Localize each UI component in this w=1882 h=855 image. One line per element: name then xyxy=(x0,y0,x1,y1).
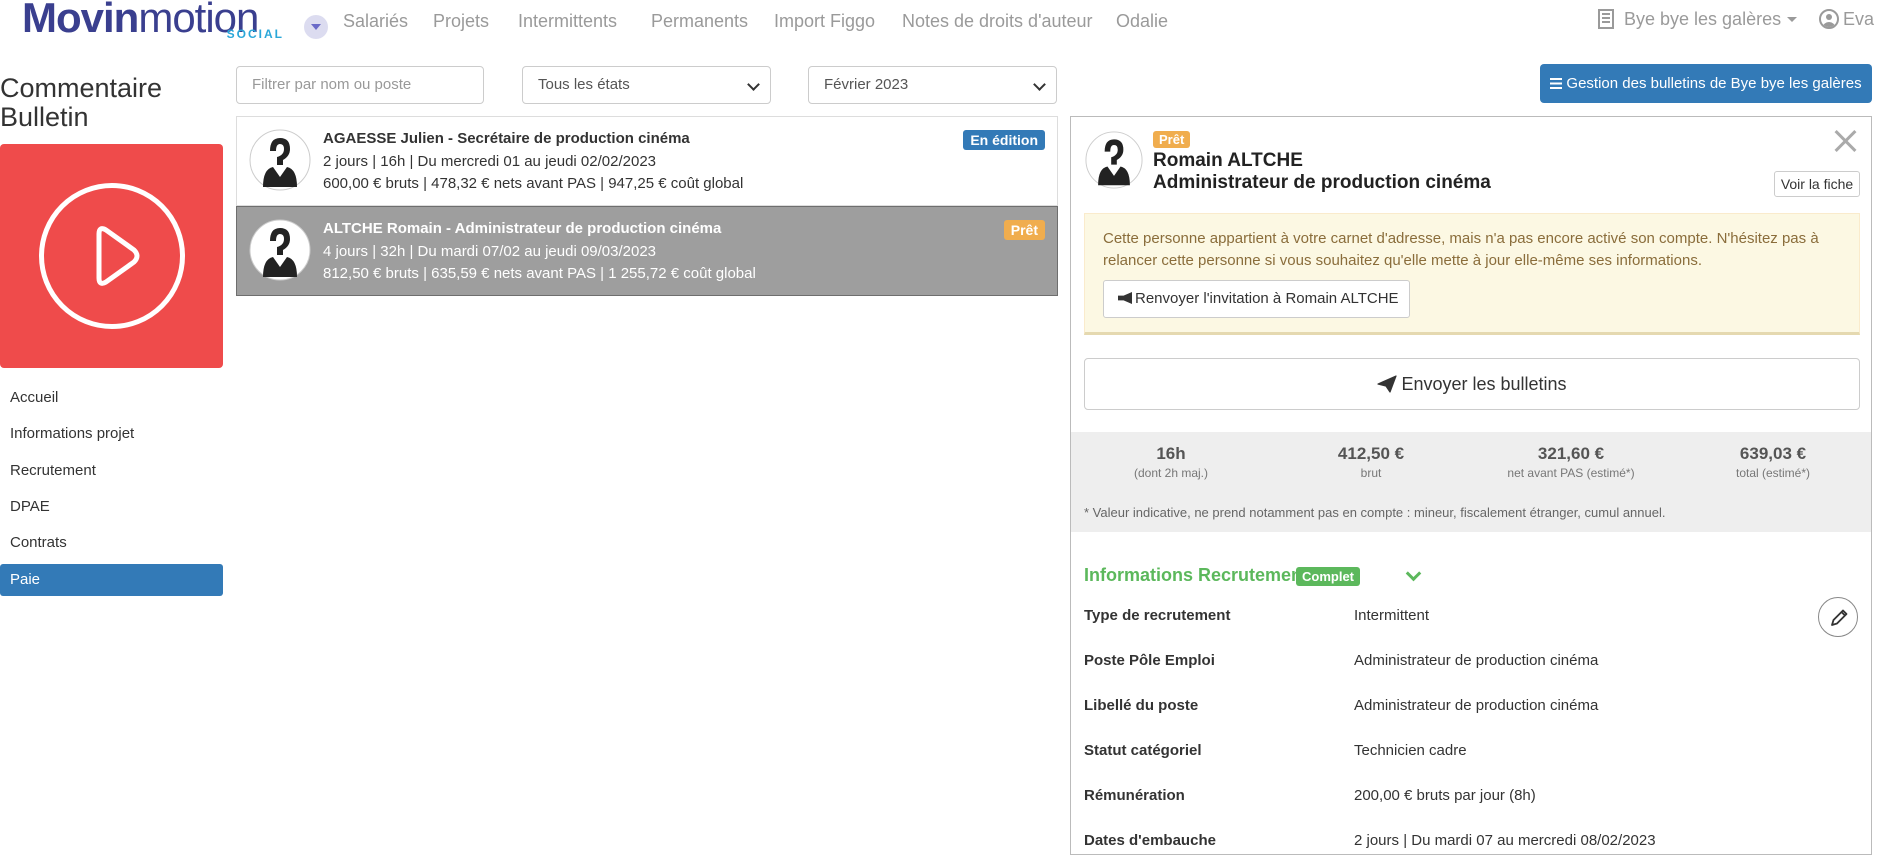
nav-item-notes-droits-auteur[interactable]: Notes de droits d'auteur xyxy=(902,11,1093,32)
employee-post: Administrateur de production cinéma xyxy=(1153,172,1491,193)
manage-payslips-button[interactable]: Gestion des bulletins de Bye bye les gal… xyxy=(1540,64,1872,103)
bullhorn-icon xyxy=(1118,292,1132,304)
nav-item-salaries[interactable]: Salariés xyxy=(343,11,408,32)
info-label: Poste Pôle Emploi xyxy=(1084,652,1215,669)
stat-total: 639,03 € total (estimé*) xyxy=(1735,444,1811,480)
stats-footnote: * Valeur indicative, ne prend notamment … xyxy=(1084,505,1666,520)
info-value: Administrateur de production cinéma xyxy=(1354,652,1599,669)
employee-name: Romain ALTCHE xyxy=(1153,150,1303,171)
video-tutorial-thumbnail[interactable] xyxy=(0,144,223,368)
avatar-placeholder-icon xyxy=(1085,131,1143,189)
movinmotion-logo[interactable]: Movinmotion SOCIAL xyxy=(22,0,284,44)
send-payslips-button[interactable]: Envoyer les bulletins xyxy=(1084,358,1860,410)
user-circle-icon xyxy=(1819,9,1839,29)
info-label: Rémunération xyxy=(1084,787,1185,804)
account-inactive-alert: Cette personne appartient à votre carnet… xyxy=(1084,213,1860,335)
view-profile-button[interactable]: Voir la fiche xyxy=(1774,171,1860,197)
resend-invitation-button[interactable]: Renvoyer l'invitation à Romain ALTCHE xyxy=(1103,280,1410,318)
sidebar-item-accueil[interactable]: Accueil xyxy=(0,382,223,414)
info-label: Libellé du poste xyxy=(1084,697,1199,714)
caret-down-icon xyxy=(1787,17,1798,22)
payslip-summary: 16h (dont 2h maj.) 412,50 € brut 321,60 € n… xyxy=(1071,432,1871,532)
sidebar-item-paie[interactable]: Paie xyxy=(0,564,223,596)
month-select[interactable]: Février 2023 xyxy=(808,66,1057,104)
stat-net: 321,60 € net avant PAS (estimé*) xyxy=(1507,444,1635,480)
pencil-icon xyxy=(1831,609,1848,626)
info-value: 2 jours | Du mardi 07 au mercredi 08/02/… xyxy=(1354,832,1656,849)
nav-dropdown-toggle[interactable] xyxy=(304,15,328,39)
status-badge: Prêt xyxy=(1153,131,1191,148)
stat-hours: 16h (dont 2h maj.) xyxy=(1133,444,1209,480)
organization-switcher[interactable]: Bye bye les galères xyxy=(1598,9,1798,30)
chevron-down-icon xyxy=(1033,78,1046,91)
chevron-down-icon[interactable] xyxy=(1405,565,1422,582)
nav-item-import-figgo[interactable]: Import Figgo xyxy=(774,11,875,32)
info-value: Technicien cadre xyxy=(1354,742,1467,759)
chevron-down-icon xyxy=(747,78,760,91)
bars-icon xyxy=(1550,78,1563,89)
info-label: Type de recrutement xyxy=(1084,607,1231,624)
info-label: Dates d'embauche xyxy=(1084,832,1216,849)
close-icon[interactable] xyxy=(1831,127,1859,155)
play-icon xyxy=(96,226,140,286)
avatar-placeholder-icon xyxy=(249,219,311,281)
employee-detail-panel: Prêt Romain ALTCHE Administrateur de pro… xyxy=(1070,116,1872,855)
nav-item-odalie[interactable]: Odalie xyxy=(1116,11,1168,32)
sidebar-item-contrats[interactable]: Contrats xyxy=(0,527,223,559)
complete-badge: Complet xyxy=(1296,567,1360,586)
info-label: Statut catégoriel xyxy=(1084,742,1202,759)
employee-row-selected[interactable]: ALTCHE Romain - Administrateur de produc… xyxy=(236,206,1058,296)
user-menu[interactable]: Eva xyxy=(1819,9,1874,30)
info-value: 200,00 € bruts par jour (8h) xyxy=(1354,787,1536,804)
info-value: Administrateur de production cinéma xyxy=(1354,697,1599,714)
top-navbar: Movinmotion SOCIAL Salariés Projets Inte… xyxy=(0,0,1882,44)
sidebar-item-recrutement[interactable]: Recrutement xyxy=(0,455,223,487)
page-title: Commentaire Bulletin xyxy=(0,73,163,132)
status-badge: Prêt xyxy=(1003,220,1045,240)
sidebar-item-dpae[interactable]: DPAE xyxy=(0,491,223,523)
state-select[interactable]: Tous les états xyxy=(522,66,771,104)
building-icon xyxy=(1598,9,1614,29)
stat-gross: 412,50 € brut xyxy=(1337,444,1405,480)
employee-row[interactable]: AGAESSE Julien - Secrétaire de productio… xyxy=(236,116,1058,206)
nav-item-permanents[interactable]: Permanents xyxy=(651,11,748,32)
nav-item-intermittents[interactable]: Intermittents xyxy=(518,11,617,32)
paper-plane-icon xyxy=(1377,375,1398,393)
nav-item-projets[interactable]: Projets xyxy=(433,11,489,32)
section-title[interactable]: Informations Recrutement xyxy=(1084,565,1308,586)
avatar-placeholder-icon xyxy=(249,129,311,191)
info-value: Intermittent xyxy=(1354,607,1430,624)
sidebar-item-informations-projet[interactable]: Informations projet xyxy=(0,418,223,450)
search-input[interactable]: Filtrer par nom ou poste xyxy=(236,66,484,104)
status-badge: En édition xyxy=(963,130,1045,150)
edit-button[interactable] xyxy=(1818,597,1858,637)
